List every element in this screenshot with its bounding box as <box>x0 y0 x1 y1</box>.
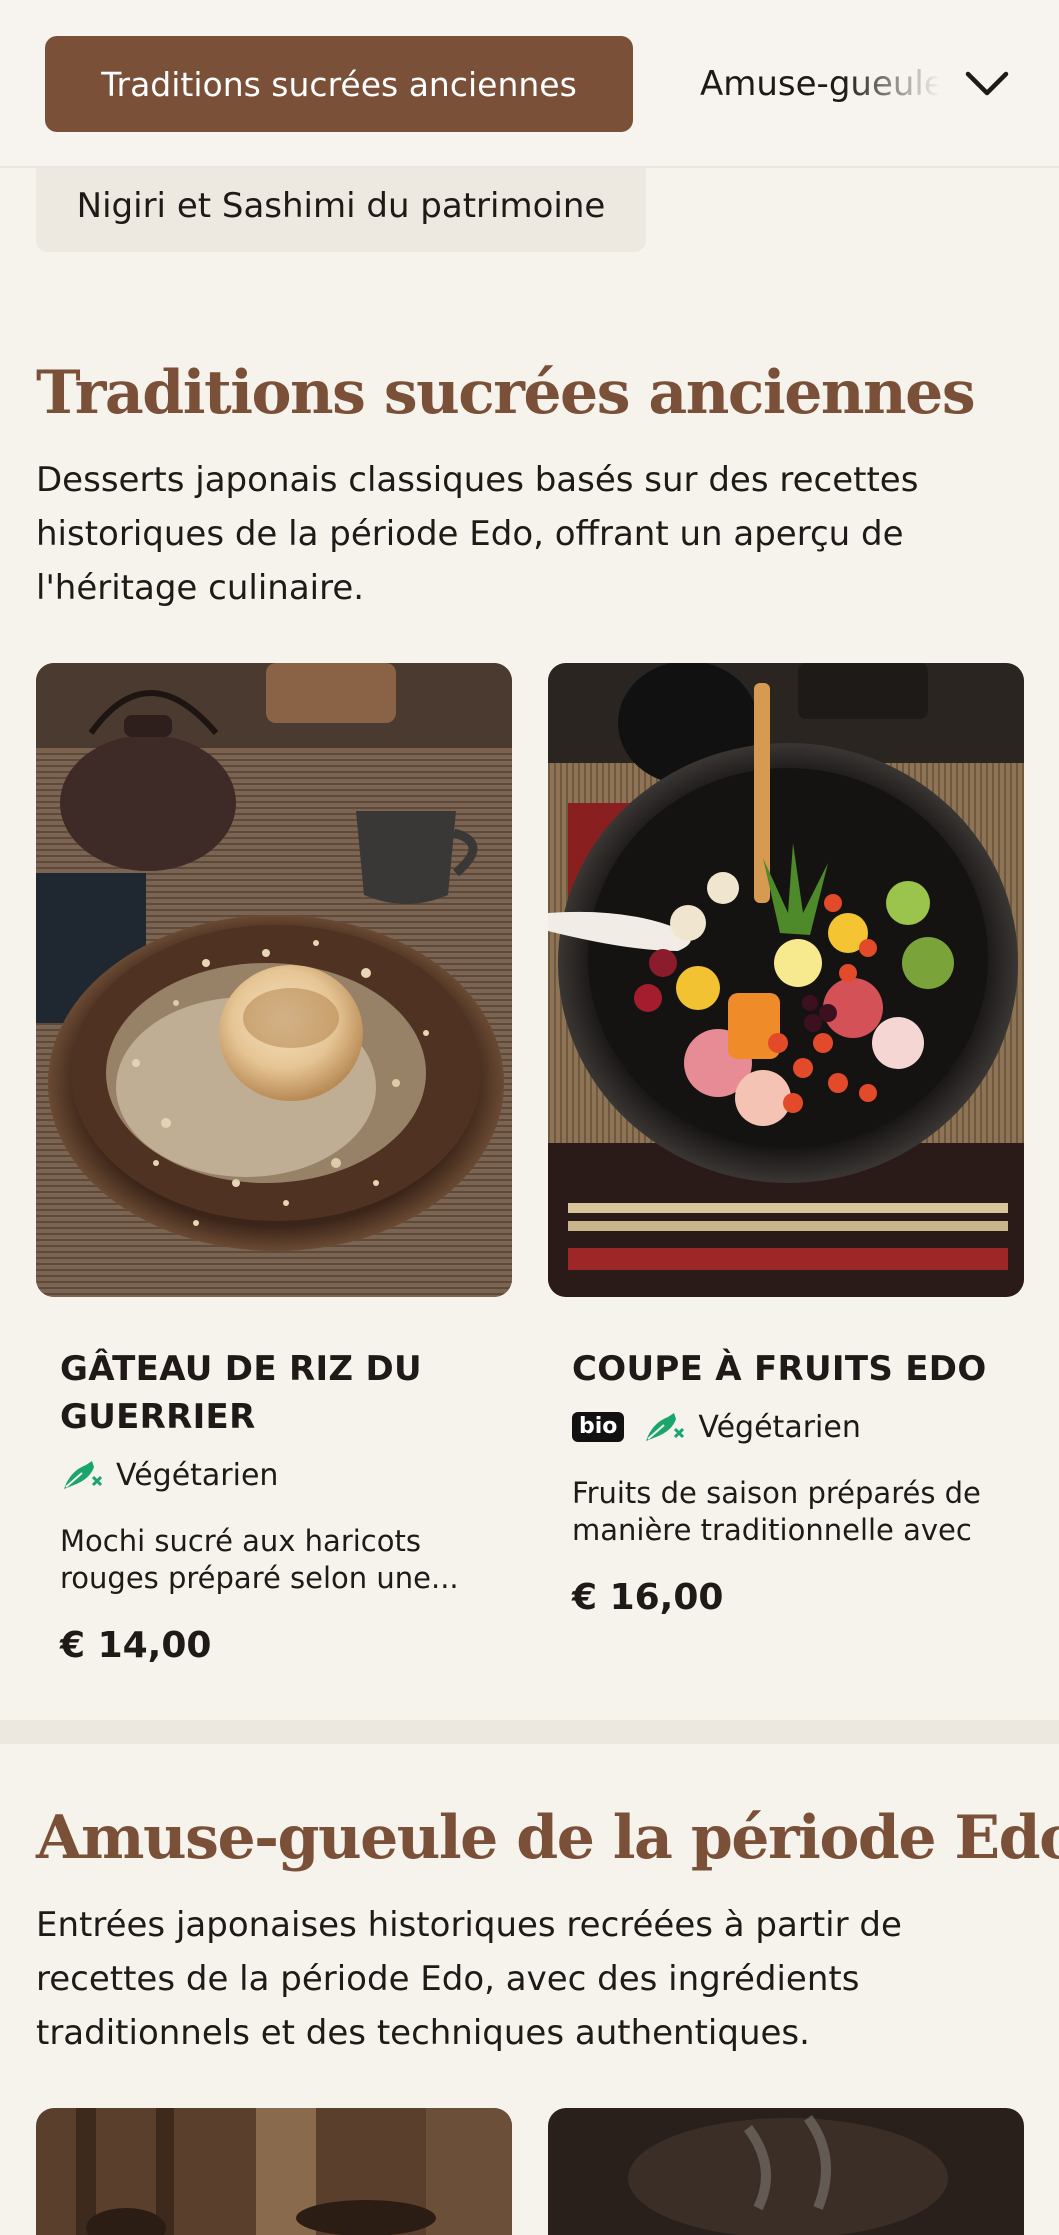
section-divider <box>0 1720 1059 1744</box>
vegetarian-icon <box>64 1461 102 1489</box>
section-title: Amuse-gueule de la période Edo <box>36 1803 1059 1873</box>
menu-item-card[interactable]: GÂTEAU DE RIZ DU GUERRIER Végétarien Moc… <box>36 663 512 1666</box>
organic-badge: bio <box>572 1412 625 1442</box>
category-tab-active[interactable]: Traditions sucrées anciennes <box>45 36 633 132</box>
chevron-down-icon <box>965 71 1009 96</box>
vegetarian-label: Végétarien <box>698 1409 861 1445</box>
menu-item-card[interactable] <box>548 2108 1024 2235</box>
item-price: € 14,00 <box>60 1625 212 1666</box>
item-name: COUPE À FRUITS EDO <box>572 1349 987 1389</box>
menu-item-card[interactable]: COUPE À FRUITS EDO bio Végétarien Fruits… <box>548 663 1024 1618</box>
section-description: Entrées japonaises historiques recréées … <box>36 1905 902 2053</box>
section-title: Traditions sucrées anciennes <box>36 358 976 428</box>
category-tab-next[interactable]: Amuse-gueule <box>700 36 940 132</box>
dish-image-fruit-bowl <box>548 663 1024 1297</box>
item-price: € 16,00 <box>572 1577 724 1618</box>
item-description: Mochi sucré aux haricots rouges préparé … <box>60 1524 459 1595</box>
item-description: Fruits de saison préparés de manière tra… <box>572 1476 981 1547</box>
dish-image-rice-cake <box>36 663 512 1297</box>
category-nav: Traditions sucrées anciennes Amuse-gueul… <box>0 0 1059 168</box>
dish-image <box>36 2108 512 2235</box>
category-tab-nigiri[interactable]: Nigiri et Sashimi du patrimoine <box>36 160 646 252</box>
vegetarian-label: Végétarien <box>116 1457 279 1493</box>
expand-categories-button[interactable] <box>955 56 1019 112</box>
section-description: Desserts japonais classiques basés sur d… <box>36 460 919 608</box>
dish-image <box>548 2108 1024 2235</box>
menu-item-card[interactable] <box>36 2108 512 2235</box>
item-name: GÂTEAU DE RIZ DU GUERRIER <box>60 1349 422 1437</box>
vegetarian-icon <box>646 1413 685 1441</box>
